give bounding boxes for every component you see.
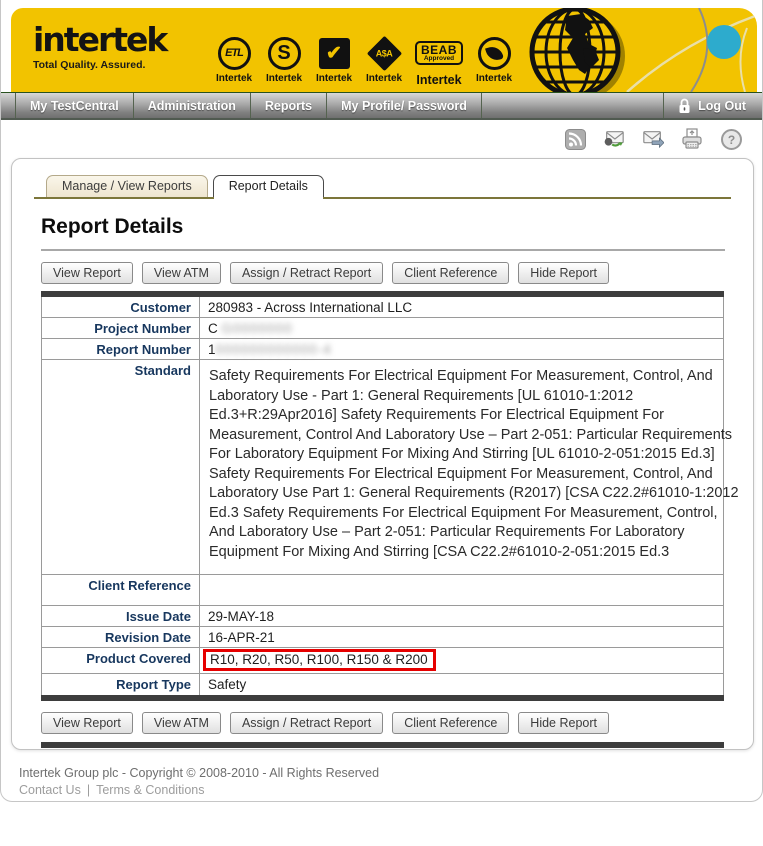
eco-leaf-mark-icon: Intertek (473, 34, 515, 84)
logo-tagline: Total Quality. Assured. (33, 59, 166, 71)
etl-mark-icon: ETL Intertek (213, 34, 255, 84)
table-row-customer: Customer 280983 - Across International L… (42, 297, 723, 318)
send-report-icon[interactable] (642, 128, 664, 150)
main-nav: My TestCentral Administration Reports My… (1, 92, 763, 120)
section-closing-bar (41, 742, 724, 748)
table-row-revision-date: Revision Date 16-APR-21 (42, 627, 723, 648)
tab-strip: Manage / View Reports Report Details (34, 175, 731, 199)
logout-button[interactable]: Log Out (663, 93, 763, 118)
report-actions-top: View Report View ATM Assign / Retract Re… (41, 262, 724, 284)
contact-us-link[interactable]: Contact Us (19, 783, 81, 797)
table-row-client-reference: Client Reference (42, 575, 723, 606)
quality-check-mark-icon: ✔ Intertek (313, 34, 355, 84)
content-panel: Manage / View Reports Report Details Rep… (11, 158, 754, 750)
redacted-value: G0000000 (222, 321, 293, 336)
view-report-button[interactable]: View Report (41, 712, 133, 734)
copyright-text: Intertek Group plc - Copyright © 2008-20… (19, 766, 379, 780)
print-icon[interactable] (681, 128, 703, 150)
page-footer: Intertek Group plc - Copyright © 2008-20… (19, 766, 379, 797)
terms-conditions-link[interactable]: Terms & Conditions (96, 783, 204, 797)
view-atm-button[interactable]: View ATM (142, 262, 221, 284)
table-bottom-bar (41, 695, 724, 701)
asa-diamond-mark-icon: A$A Intertek (363, 34, 405, 84)
view-report-button[interactable]: View Report (41, 262, 133, 284)
certification-marks: ETL Intertek S Intertek ✔ Intertek A$A I… (213, 34, 515, 87)
nav-item-reports[interactable]: Reports (251, 93, 327, 118)
rss-icon[interactable] (564, 128, 586, 150)
table-row-issue-date: Issue Date 29-MAY-18 (42, 606, 723, 627)
table-row-project-number: Project Number C G0000000 (42, 318, 723, 339)
toolbar-icons: ? (564, 128, 742, 150)
lock-icon (678, 98, 691, 114)
tab-report-details[interactable]: Report Details (213, 175, 324, 197)
table-row-report-type: Report Type Safety (42, 674, 723, 695)
assign-retract-report-button[interactable]: Assign / Retract Report (230, 262, 383, 284)
highlight-box: R10, R20, R50, R100, R150 & R200 (203, 649, 436, 671)
nav-spacer (482, 93, 663, 118)
client-reference-button[interactable]: Client Reference (392, 262, 509, 284)
orbit-decoration (607, 8, 757, 92)
redacted-value: 000000000000-4 (216, 342, 332, 357)
link-separator: | (87, 783, 90, 797)
help-icon[interactable]: ? (720, 128, 742, 150)
s-mark-icon: S Intertek (263, 34, 305, 84)
title-divider (41, 249, 725, 251)
svg-text:?: ? (727, 133, 734, 147)
page-frame: intertek Total Quality. Assured. ETL Int… (0, 0, 763, 802)
view-atm-button[interactable]: View ATM (142, 712, 221, 734)
table-row-report-number: Report Number 1000000000000-4 (42, 339, 723, 360)
nav-item-my-profile-password[interactable]: My Profile/ Password (327, 93, 482, 118)
report-actions-bottom: View Report View ATM Assign / Retract Re… (41, 712, 724, 734)
beab-approved-mark-icon: BEAB Approved Intertek (413, 34, 465, 87)
client-reference-button[interactable]: Client Reference (392, 712, 509, 734)
page-title: Report Details (41, 215, 731, 239)
intertek-logo: intertek Total Quality. Assured. (33, 22, 166, 71)
export-report-icon[interactable] (603, 128, 625, 150)
hide-report-button[interactable]: Hide Report (518, 712, 609, 734)
report-details-table: Customer 280983 - Across International L… (41, 291, 724, 701)
nav-item-my-testcentral[interactable]: My TestCentral (15, 93, 134, 118)
table-row-standard: Standard Safety Requirements For Electri… (42, 360, 723, 575)
tab-manage-view-reports[interactable]: Manage / View Reports (46, 175, 208, 197)
assign-retract-report-button[interactable]: Assign / Retract Report (230, 712, 383, 734)
hide-report-button[interactable]: Hide Report (518, 262, 609, 284)
nav-item-administration[interactable]: Administration (134, 93, 251, 118)
table-row-product-covered: Product Covered R10, R20, R50, R100, R15… (42, 648, 723, 674)
app-header: intertek Total Quality. Assured. ETL Int… (11, 8, 757, 92)
logout-label: Log Out (698, 99, 746, 113)
logo-text: intertek (33, 22, 166, 58)
